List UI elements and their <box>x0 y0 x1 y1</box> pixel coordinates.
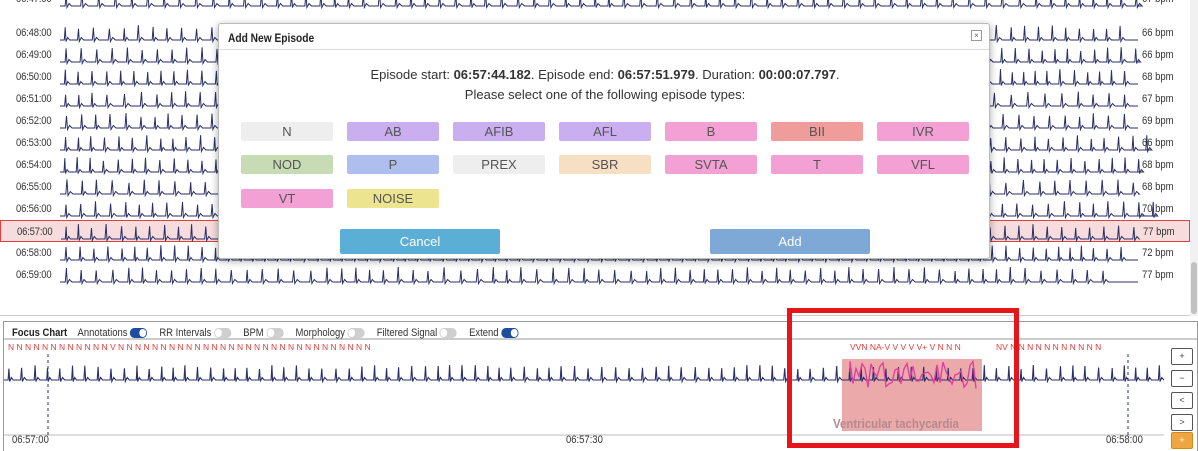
annotation-row: N N N N N N N N N N N N V N N N N N N N … <box>8 342 371 352</box>
toggle-morphology[interactable]: Morphology <box>296 327 365 339</box>
strip-bpm: 68 bpm <box>1142 159 1174 171</box>
toggle-annotations[interactable]: Annotations <box>78 327 148 339</box>
episode-type-b-button[interactable]: B <box>665 122 757 141</box>
strip-bpm: 66 bpm <box>1142 27 1174 39</box>
strip-time: 06:55:00 <box>16 181 52 193</box>
duration-suffix: . <box>835 67 840 82</box>
add-episode-button[interactable]: + <box>1171 432 1193 449</box>
strip-time: 06:48:00 <box>16 27 52 39</box>
episode-start-label: Episode start: <box>370 67 454 82</box>
strip-bpm: 68 bpm <box>1142 181 1174 193</box>
ecg-trace <box>60 266 1138 286</box>
episode-type-p-button[interactable]: P <box>347 155 439 174</box>
highlight-box <box>787 308 1019 448</box>
strip-bpm: 72 bpm <box>1142 247 1174 259</box>
cancel-button[interactable]: Cancel <box>340 229 500 254</box>
strip-bpm: 77 bpm <box>1143 226 1175 238</box>
strip-time: 06:52:00 <box>16 115 52 127</box>
strip-bpm: 67 bpm <box>1142 93 1174 105</box>
strip-bpm: 69 bpm <box>1142 115 1174 127</box>
episode-type-ab-button[interactable]: AB <box>347 122 439 141</box>
episode-type-n-button[interactable]: N <box>241 122 333 141</box>
toggle-label: Annotations <box>77 327 128 339</box>
dialog-header: Add New Episode × <box>219 24 989 50</box>
toggle-rr-intervals[interactable]: RR Intervals <box>159 327 232 339</box>
strip-time: 06:50:00 <box>16 71 52 83</box>
zoom-in-button[interactable]: + <box>1171 348 1193 365</box>
focus-time-mid: 06:57:30 <box>566 434 603 446</box>
episode-type-afib-button[interactable]: AFIB <box>453 122 545 141</box>
ecg-strip-row[interactable]: 06:59:00 77 bpm <box>0 264 1190 286</box>
ecg-trace-line <box>60 266 1138 286</box>
toggle-label: Filtered Signal <box>376 327 438 339</box>
episode-type-ivr-button[interactable]: IVR <box>877 122 969 141</box>
close-icon[interactable]: × <box>971 30 982 41</box>
strip-time: 06:51:00 <box>16 93 52 105</box>
episode-type-nod-button[interactable]: NOD <box>241 155 333 174</box>
episode-type-bii-button[interactable]: BII <box>771 122 863 141</box>
scroll-left-button[interactable]: < <box>1171 392 1193 409</box>
strip-bpm: 68 bpm <box>1142 71 1174 83</box>
toggle-extend[interactable]: Extend <box>469 327 519 339</box>
strip-scrollbar[interactable] <box>1190 0 1198 316</box>
toggle-filtered-signal[interactable]: Filtered Signal <box>376 327 458 339</box>
toggle-switch[interactable] <box>266 328 284 338</box>
toggle-switch[interactable] <box>213 328 232 338</box>
zoom-out-button[interactable]: − <box>1171 370 1193 387</box>
episode-type-afl-button[interactable]: AFL <box>559 122 651 141</box>
ecg-trace <box>60 0 1144 10</box>
strip-time: 06:49:00 <box>16 49 52 61</box>
strip-bpm: 66 bpm <box>1142 137 1174 149</box>
episode-type-noise-button[interactable]: NOISE <box>347 189 439 208</box>
toggle-label: BPM <box>243 327 264 339</box>
episode-end-value: 06:57:51.979 <box>617 67 695 82</box>
add-button[interactable]: Add <box>710 229 870 254</box>
scrollbar-thumb[interactable] <box>1191 262 1197 314</box>
strip-bpm: 66 bpm <box>1142 49 1174 61</box>
add-episode-dialog: Add New Episode × Episode start: 06:57:4… <box>218 23 990 259</box>
strip-time: 06:56:00 <box>16 203 52 215</box>
strip-time: 06:54:00 <box>16 159 52 171</box>
focus-time-start: 06:57:00 <box>12 434 49 446</box>
toggle-label: Extend <box>469 327 499 339</box>
toggle-switch[interactable] <box>130 328 148 338</box>
episode-type-t-button[interactable]: T <box>771 155 863 174</box>
strip-bpm: 70 bpm <box>1142 203 1174 215</box>
toggle-label: RR Intervals <box>159 327 212 339</box>
strip-bpm: 77 bpm <box>1142 269 1174 281</box>
episode-type-prex-button[interactable]: PREX <box>453 155 545 174</box>
episode-type-sbr-button[interactable]: SBR <box>559 155 651 174</box>
strip-time: 06:58:00 <box>16 247 52 259</box>
toggle-bpm[interactable]: BPM <box>243 327 284 339</box>
ecg-strip-row[interactable]: 06:47:00 67 bpm <box>0 0 1190 10</box>
duration-value: 00:00:07.797 <box>758 67 836 82</box>
episode-type-vfl-button[interactable]: VFL <box>877 155 969 174</box>
focus-time-end: 06:58:00 <box>1106 434 1143 446</box>
ecg-trace-line <box>60 0 1144 10</box>
episode-type-vt-button[interactable]: VT <box>241 189 333 208</box>
episode-type-svta-button[interactable]: SVTA <box>665 155 757 174</box>
strip-time: 06:47:00 <box>16 0 52 5</box>
strip-time: 06:59:00 <box>16 269 52 281</box>
episode-prompt: Please select one of the following episo… <box>464 87 746 102</box>
focus-chart-title: Focus Chart <box>12 327 68 339</box>
toggle-switch[interactable] <box>501 328 519 338</box>
toggle-label: Morphology <box>295 327 345 339</box>
strip-time: 06:53:00 <box>16 137 52 149</box>
episode-end-label: . Episode end: <box>530 67 618 82</box>
scroll-right-button[interactable]: > <box>1171 414 1193 431</box>
duration-label: . Duration: <box>694 67 759 82</box>
strip-bpm: 67 bpm <box>1142 0 1174 5</box>
episode-info: Episode start: 06:57:44.182. Episode end… <box>219 67 991 82</box>
episode-start-value: 06:57:44.182 <box>453 67 531 82</box>
toggle-switch[interactable] <box>347 328 365 338</box>
focus-toolbar: Focus Chart Annotations RR Intervals BPM Mo… <box>12 326 530 340</box>
dialog-title: Add New Episode <box>228 31 315 45</box>
toggle-switch[interactable] <box>439 328 458 338</box>
strip-time: 06:57:00 <box>17 226 53 238</box>
